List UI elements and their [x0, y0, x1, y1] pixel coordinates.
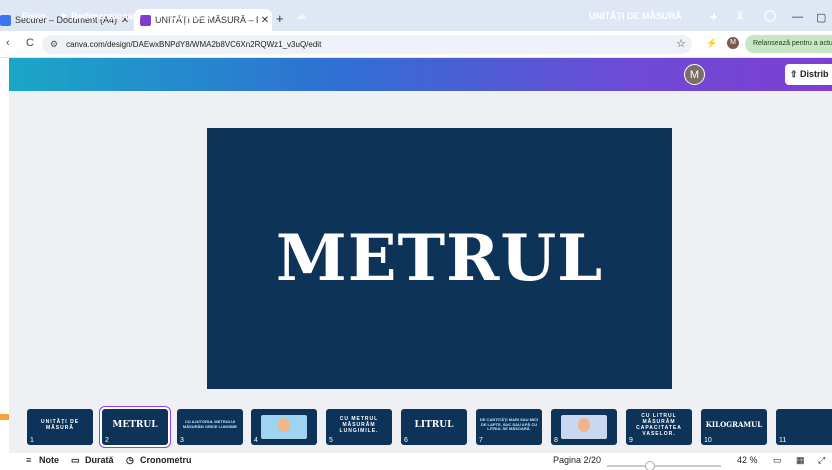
document-favicon-icon: [0, 14, 11, 26]
slide-title[interactable]: METRUL: [276, 221, 603, 296]
thumbnail-number: 6: [404, 437, 408, 444]
page-thumbnail-1[interactable]: UNITĂȚI DE MĂSURĂ 1: [27, 409, 93, 445]
left-edge-strip: [0, 58, 9, 470]
notes-icon: ≡: [26, 455, 32, 465]
thumbnail-picture: [261, 415, 307, 439]
resize-star-icon: ✦: [60, 11, 68, 21]
thumbnail-title: LITRUL: [414, 419, 454, 430]
relaunch-button[interactable]: Relansează pentru a actua: [745, 35, 832, 53]
canva-window: Securer – Document (A4) ✕ UNITĂȚI DE MĂS…: [0, 0, 832, 470]
thumbnail-number: 10: [704, 437, 712, 444]
fullscreen-icon[interactable]: ⤢: [818, 455, 825, 466]
thumbnail-title: CU LITRUL MĂSURĂM CAPACITATEA VASELOR.: [636, 413, 682, 437]
redo-icon[interactable]: ↷: [263, 0, 272, 33]
url-field[interactable]: ⚙ canva.com/design/DAEwxBNPdY8/WMA2b8VC6…: [42, 35, 692, 54]
document-title[interactable]: UNITĂȚI DE MĂSURĂ: [589, 0, 682, 33]
thumbnail-picture: [561, 415, 607, 439]
page-thumbnail-6[interactable]: LITRUL 6: [401, 409, 467, 445]
comment-icon[interactable]: ◯: [764, 0, 776, 33]
page-thumbnail-9[interactable]: CU LITRUL MĂSURĂM CAPACITATEA VASELOR. 9: [626, 409, 692, 445]
back-icon[interactable]: ‹: [6, 37, 10, 49]
edit-menu[interactable]: Editare: [171, 0, 202, 33]
thumbnail-title: CU METRUL MĂSURĂM LUNGIMILE.: [339, 416, 379, 434]
extensions-icon[interactable]: ⚡: [706, 38, 717, 49]
thumbnail-number: 1: [30, 437, 34, 444]
file-menu[interactable]: Fișier: [22, 0, 46, 33]
thumbnail-title: KILOGRAMUL: [705, 419, 763, 429]
page-thumbnail-8[interactable]: 8: [551, 409, 617, 445]
page-thumbnail-10[interactable]: KILOGRAMUL 10: [701, 409, 767, 445]
page-thumbnail-3[interactable]: CU AJUTORUL METRULUI MĂSURĂM ORICE LUNGI…: [177, 409, 243, 445]
share-button[interactable]: ⇧ Distrib: [785, 64, 832, 85]
address-bar-row: ‹ C ⚙ canva.com/design/DAEwxBNPdY8/WMA2b…: [0, 31, 832, 58]
zoom-slider-track[interactable]: [607, 465, 721, 467]
minimize-button[interactable]: —: [792, 11, 803, 23]
thumbnail-number: 3: [180, 437, 184, 444]
share-icon: ⇧: [790, 69, 801, 79]
current-slide[interactable]: METRUL: [207, 128, 672, 389]
thumbnail-title: DE CANTITĂȚI MARI SAU MICI DE LAPTE, SUC…: [479, 416, 539, 432]
maximize-button[interactable]: ▢: [816, 11, 826, 24]
thumbnail-number: 8: [554, 437, 558, 444]
browser-profile-avatar[interactable]: M: [727, 37, 739, 49]
new-tab-button[interactable]: +: [276, 11, 284, 26]
thumbnail-title: METRUL: [112, 419, 158, 430]
duration-icon: ▭: [71, 455, 80, 465]
timer-button[interactable]: Cronometru: [140, 455, 192, 465]
undo-icon[interactable]: ↶: [237, 0, 246, 33]
thumbnail-title: CU AJUTORUL METRULUI MĂSURĂM ORICE LUNGI…: [182, 419, 238, 429]
cloud-sync-icon[interactable]: ☁: [296, 0, 307, 33]
duration-button[interactable]: Durată: [85, 455, 114, 465]
thumbnail-number: 4: [254, 437, 258, 444]
canva-toolbar: [9, 58, 832, 91]
thumbnail-number: 7: [479, 437, 483, 444]
thumbnail-number: 5: [329, 437, 333, 444]
page-thumbnail-5[interactable]: CU METRUL MĂSURĂM LUNGIMILE. 5: [326, 409, 392, 445]
pencil-icon: ✎: [155, 11, 163, 21]
zoom-level[interactable]: 42 %: [737, 455, 758, 465]
share-label: Distrib: [800, 69, 829, 79]
analytics-icon[interactable]: ⫫: [737, 0, 743, 33]
timer-icon: ◷: [126, 455, 134, 465]
chevron-down-icon[interactable]: ⌄: [205, 0, 213, 33]
thumbnail-number: 11: [779, 437, 787, 444]
thumbnail-number: 2: [105, 437, 109, 444]
page-thumbnail-11[interactable]: 11: [776, 409, 832, 445]
notes-button[interactable]: Note: [39, 455, 59, 465]
thumbnail-title: UNITĂȚI DE MĂSURĂ: [40, 419, 80, 431]
bookmark-star-icon[interactable]: ☆: [676, 37, 686, 50]
editor-footer: [0, 453, 832, 470]
thumbnail-number: 9: [629, 437, 633, 444]
zoom-slider-handle[interactable]: [645, 461, 655, 470]
resize-button[interactable]: Redimensionare: [71, 0, 141, 33]
canva-favicon-icon: [140, 14, 151, 26]
page-thumbnail-2[interactable]: METRUL 2: [100, 407, 170, 447]
grid-view-icon[interactable]: ▦: [796, 455, 805, 466]
url-text: canva.com/design/DAEwxBNPdY8/WMA2b8VC6Xn…: [66, 40, 322, 49]
site-info-icon[interactable]: ⚙: [50, 39, 58, 50]
user-avatar[interactable]: M: [684, 64, 705, 85]
add-collaborator-icon[interactable]: +: [710, 0, 718, 33]
sidebar-accent-mark: [0, 414, 9, 420]
page-indicator: Pagina 2/20: [553, 455, 602, 465]
pages-view-icon[interactable]: ▭: [773, 455, 782, 466]
page-thumbnail-7[interactable]: DE CANTITĂȚI MARI SAU MICI DE LAPTE, SUC…: [476, 409, 542, 445]
page-thumbnail-4[interactable]: 4: [251, 409, 317, 445]
reload-icon[interactable]: C: [26, 37, 34, 49]
